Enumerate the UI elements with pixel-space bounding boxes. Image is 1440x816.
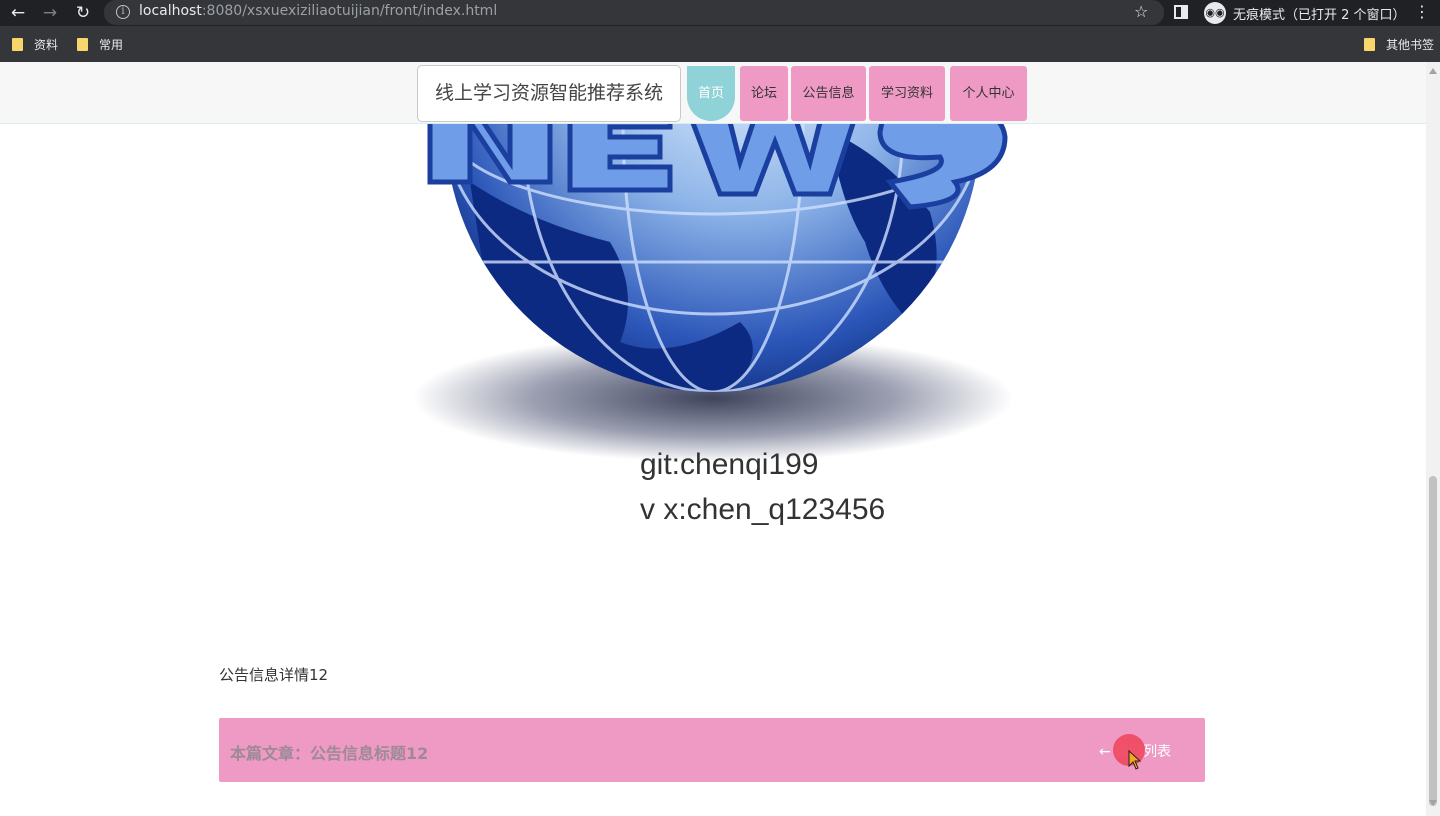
bookmarks-bar: 资料 常用 其他书签 bbox=[0, 26, 1440, 62]
incognito-icon[interactable]: ◉◉ bbox=[1204, 2, 1226, 24]
folder-icon bbox=[1364, 38, 1375, 51]
folder-icon bbox=[12, 38, 23, 51]
announcement-detail-label: 公告信息详情12 bbox=[219, 666, 329, 684]
forward-arrow-icon[interactable]: → bbox=[39, 2, 61, 24]
bookmark-star-icon[interactable]: ☆ bbox=[1134, 2, 1148, 21]
bookmark-folder-resources[interactable]: 资料 bbox=[12, 36, 58, 53]
back-arrow-icon[interactable]: ← bbox=[7, 2, 29, 24]
browser-toolbar: ← → ↻ i localhost:8080/xsxuexiziliaotuij… bbox=[0, 0, 1440, 26]
nav-personal-center[interactable]: 个人中心 bbox=[950, 66, 1027, 121]
nav-learning-materials[interactable]: 学习资料 bbox=[869, 66, 945, 121]
contact-wechat: v x:chen_q123456 bbox=[640, 493, 886, 526]
scroll-down-arrow-icon[interactable] bbox=[1429, 800, 1437, 806]
article-footer-bar: 本篇文章：公告信息标题12 ← 返回列表 bbox=[219, 718, 1205, 782]
nav-home[interactable]: 首页 bbox=[687, 66, 735, 121]
bookmark-folder-common[interactable]: 常用 bbox=[77, 36, 123, 53]
reload-icon[interactable]: ↻ bbox=[72, 2, 94, 24]
site-title: 线上学习资源智能推荐系统 bbox=[417, 65, 681, 122]
info-icon[interactable]: i bbox=[116, 5, 130, 19]
bookmark-folder-other[interactable]: 其他书签 bbox=[1364, 36, 1434, 53]
contact-git: git:chenqi199 bbox=[640, 448, 819, 481]
article-title: 本篇文章：公告信息标题12 bbox=[230, 744, 429, 763]
scrollbar-thumb[interactable] bbox=[1429, 476, 1437, 806]
nav-announcements[interactable]: 公告信息 bbox=[791, 66, 866, 121]
page-scrollbar[interactable] bbox=[1426, 62, 1440, 816]
cursor-arrow-icon bbox=[1128, 750, 1142, 770]
page-content: 线上学习资源智能推荐系统 首页 论坛 公告信息 学习资料 个人中心 git:ch… bbox=[0, 62, 1440, 816]
browser-menu-icon[interactable]: ⋮ bbox=[1414, 2, 1430, 21]
nav-forum[interactable]: 论坛 bbox=[740, 66, 788, 121]
site-header: 线上学习资源智能推荐系统 首页 论坛 公告信息 学习资料 个人中心 bbox=[0, 62, 1426, 124]
side-panel-icon[interactable] bbox=[1174, 5, 1188, 19]
incognito-label[interactable]: 无痕模式（已打开 2 个窗口） bbox=[1233, 4, 1406, 23]
address-bar[interactable]: i localhost:8080/xsxuexiziliaotuijian/fr… bbox=[104, 0, 1164, 25]
folder-icon bbox=[77, 38, 88, 51]
url-text[interactable]: localhost:8080/xsxuexiziliaotuijian/fron… bbox=[139, 3, 497, 19]
scroll-up-arrow-icon[interactable] bbox=[1429, 68, 1437, 74]
